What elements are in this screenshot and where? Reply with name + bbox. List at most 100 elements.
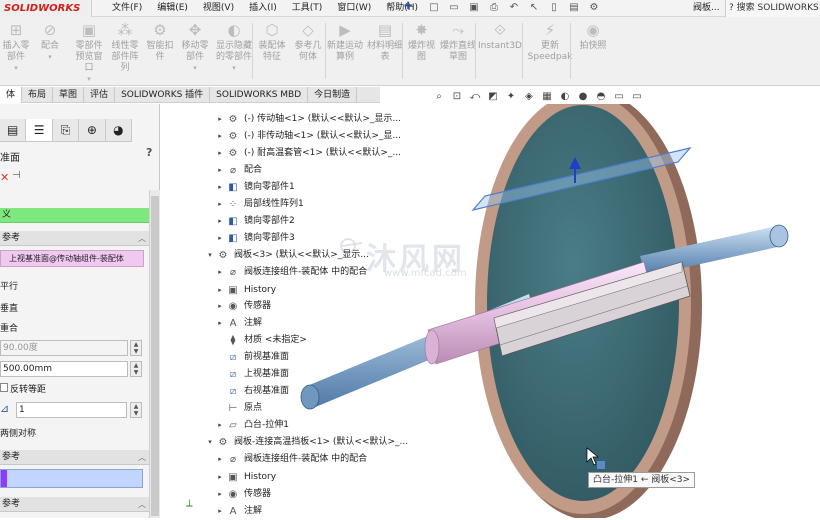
collapse-icon[interactable]: ︿ (138, 231, 146, 246)
ribbon-button[interactable]: ⤳ 爆炸直线草图 (440, 19, 476, 83)
angle-field[interactable]: 90.00度 (0, 340, 128, 356)
ribbon-button[interactable]: ⊘ 配合 ▾ (32, 19, 68, 83)
ribbon-button[interactable]: ✸ 爆炸视图 (405, 19, 438, 83)
perpendicular-option[interactable]: 垂直 (0, 301, 18, 314)
expand-toggle-icon[interactable]: ▸ (215, 213, 225, 230)
ribbon-button[interactable]: ⚙ 智能扣件 (144, 19, 176, 83)
first-reference-field[interactable]: 上视基准面@传动轴组件-装配体 (0, 250, 144, 267)
third-reference-section[interactable]: 参考 ︿ (0, 497, 149, 512)
expand-toggle-icon[interactable]: ▸ (215, 145, 225, 162)
tree-item[interactable]: ▸ ⌀ 阀板连接组件-装配体 中的配合 (215, 451, 367, 468)
expand-toggle-icon[interactable]: ▸ (215, 469, 225, 486)
expand-toggle-icon[interactable]: ▸ (215, 196, 225, 213)
section-view-icon[interactable]: ◩ (484, 91, 502, 102)
tree-item[interactable]: ▸ ⚙ (-) 非传动轴<1> (默认<<默认>_显... (215, 128, 401, 145)
menu-item[interactable]: 窗口(W) (337, 0, 371, 17)
dropdown-arrow-icon[interactable]: ▾ (215, 63, 253, 74)
second-reference-section[interactable]: 参考 ︿ (0, 450, 149, 465)
tree-item[interactable]: ▸ ◧ 镜向零部件2 (215, 213, 295, 230)
print-icon[interactable]: ⎙ (484, 2, 504, 16)
command-tab[interactable]: 体 (0, 87, 23, 103)
tree-item[interactable]: ▸ ◧ 镜向零部件3 (215, 230, 295, 247)
coincident-option[interactable]: 重合 (0, 321, 18, 334)
tree-item[interactable]: ▸ A 注解 (215, 315, 262, 332)
command-tab[interactable]: SOLIDWORKS MBD (210, 87, 309, 103)
hide-show-icon[interactable]: ◐ (556, 91, 574, 102)
tree-item[interactable]: ▸ ◉ 传感器 (215, 486, 271, 503)
undo-icon[interactable]: ↶ (504, 2, 524, 16)
display-manager-tab[interactable]: ◕ (106, 119, 133, 141)
tree-item[interactable]: ⊢ 原点 (215, 400, 262, 417)
menu-item[interactable]: 工具(T) (292, 0, 323, 17)
cancel-icon[interactable]: ✕ (0, 171, 9, 184)
rebuild-icon[interactable]: ▯ (544, 2, 564, 16)
view-orientation-icon[interactable]: ◈ (520, 91, 538, 102)
dropdown-arrow-icon[interactable]: ▾ (178, 63, 212, 74)
collapse-icon[interactable]: ︿ (138, 450, 146, 465)
save-icon[interactable]: ▣ (464, 2, 484, 16)
ribbon-button[interactable]: ⟐ Instant3D (477, 19, 523, 83)
expand-toggle-icon[interactable]: ▸ (215, 128, 225, 145)
tree-item[interactable]: ▸ ▣ History (215, 282, 276, 299)
zoom-to-fit-icon[interactable]: ⌕ (430, 91, 448, 102)
previous-view-icon[interactable]: ⤺ (466, 91, 484, 102)
tree-item[interactable]: ▾ ⚙ 阀板<3> (默认<<默认>_显示... (205, 247, 369, 264)
first-reference-section[interactable]: 参考 ︿ (0, 231, 149, 246)
ribbon-button[interactable]: ⚡ 更新Speedpak (527, 19, 573, 83)
menu-item[interactable]: 视图(V) (203, 0, 234, 17)
edit-appearance-icon[interactable]: ● (574, 91, 592, 102)
ribbon-button[interactable]: ▣ 零部件预览窗口 ▾ (72, 19, 106, 83)
pin-icon[interactable]: ✚ (404, 1, 412, 12)
command-tab[interactable]: 今日制造 (308, 87, 358, 103)
expand-toggle-icon[interactable]: ▸ (215, 315, 225, 332)
command-tab[interactable]: 布局 (22, 87, 54, 103)
options-gear-icon[interactable]: ⚙ (584, 2, 604, 16)
expand-toggle-icon[interactable]: ▸ (215, 298, 225, 315)
dropdown-arrow-icon[interactable]: ▾ (2, 63, 30, 74)
distance-field[interactable]: 500.00mm (0, 361, 128, 377)
mid-plane-option[interactable]: 两侧对称 (0, 426, 36, 439)
menu-item[interactable]: 文件(F) (112, 0, 142, 17)
expand-toggle-icon[interactable]: ▸ (215, 111, 225, 128)
ribbon-button[interactable]: ✥ 移动零部件 ▾ (178, 19, 212, 83)
menu-item[interactable]: 插入(I) (249, 0, 277, 17)
tree-item[interactable]: ▸ ⌀ 阀板连接组件-装配体 中的配合 (215, 264, 367, 281)
distance-spinner[interactable]: ▲ ▼ (130, 361, 142, 377)
expand-toggle-icon[interactable]: ▸ (215, 451, 225, 468)
ribbon-button[interactable]: ◇ 参考几何体 (291, 19, 325, 83)
expand-toggle-icon[interactable]: ▸ (215, 282, 225, 299)
tree-item[interactable]: ⧄ 右视基准面 (215, 383, 289, 400)
dimxpert-tab[interactable]: ⊕ (79, 119, 106, 141)
display-style-icon[interactable]: ▦ (538, 91, 556, 102)
flip-offset-checkbox[interactable] (0, 383, 8, 392)
select-icon[interactable]: ↖ (524, 2, 544, 16)
property-manager-tab[interactable]: ☰ (26, 119, 53, 141)
menu-item[interactable]: 帮助(H) (386, 0, 418, 17)
collapse-icon[interactable]: ︿ (138, 497, 146, 512)
expand-toggle-icon[interactable]: ▸ (215, 179, 225, 196)
pushpin-icon[interactable]: ⊣ (12, 170, 21, 181)
second-reference-field[interactable] (0, 469, 143, 488)
tree-item[interactable]: ▸ ▣ History (215, 469, 276, 486)
expand-toggle-icon[interactable]: ▸ (215, 162, 225, 179)
expand-toggle-icon[interactable]: ▸ (215, 230, 225, 247)
configuration-manager-tab[interactable]: ⎘ (53, 119, 80, 141)
tree-item[interactable]: ▸ ◧ 镜向零部件1 (215, 179, 295, 196)
tree-item[interactable]: ▾ ⚙ 阀板-连接高温挡板<1> (默认<<默认>_... (205, 434, 408, 451)
ribbon-button[interactable]: ◉ 拍快照 (575, 19, 611, 83)
zoom-area-icon[interactable]: ⊡ (448, 91, 466, 102)
file-properties-icon[interactable]: ▤ (564, 2, 584, 16)
apply-scene-icon[interactable]: ◓ (592, 91, 610, 102)
help-button[interactable]: ? (146, 146, 152, 159)
ribbon-button[interactable]: ◐ 显示隐藏的零部件 ▾ (215, 19, 253, 83)
parallel-option[interactable]: 平行 (0, 279, 18, 292)
solidworks-logo[interactable]: SOLIDWORKS (0, 0, 92, 17)
tree-item[interactable]: ▸ ⌀ 配合 (215, 162, 262, 179)
dynamic-annotation-icon[interactable]: ✦ (502, 91, 520, 102)
tree-item[interactable]: ▸ ⁘ 局部线性阵列1 (215, 196, 304, 213)
expand-toggle-icon[interactable]: ▾ (205, 247, 215, 264)
view-settings-icon[interactable]: ▭ (610, 91, 628, 102)
tree-item[interactable]: ▸ ⚙ (-) 耐高温套管<1> (默认<<默认>_... (215, 145, 401, 162)
ribbon-button[interactable]: ▤ 材料明细表 (367, 19, 403, 83)
dropdown-arrow-icon[interactable]: ▾ (72, 74, 106, 85)
